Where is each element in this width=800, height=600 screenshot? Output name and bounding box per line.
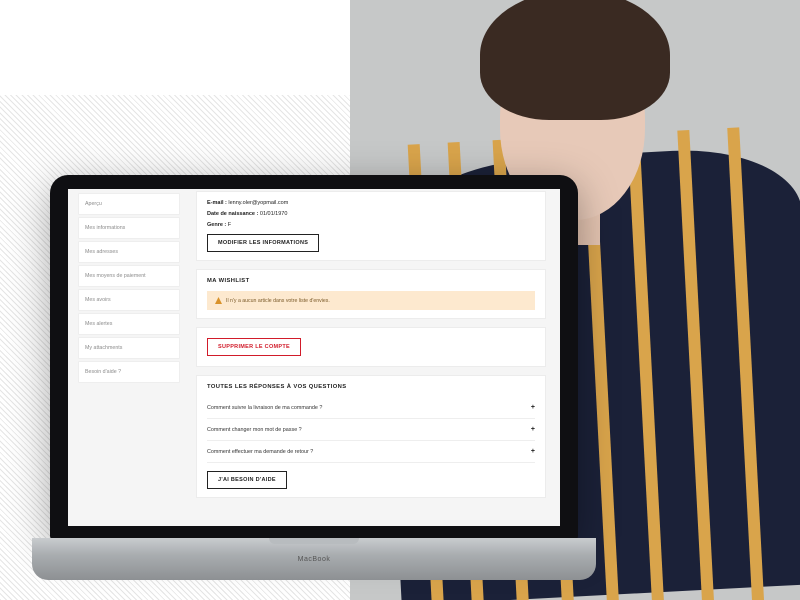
dob-value: 01/01/1970 [260,211,288,217]
sidebar: Aperçu Mes informations Mes adresses Mes… [68,189,188,526]
gender-label: Genre : [207,222,226,228]
laptop-mockup: Aperçu Mes informations Mes adresses Mes… [50,175,578,580]
faq-question: Comment effectuer ma demande de retour ? [207,449,313,455]
sidebar-item-credits[interactable]: Mes avoirs [78,289,180,311]
sidebar-item-overview[interactable]: Aperçu [78,193,180,215]
faq-question: Comment changer mon mot de passe ? [207,427,302,433]
faq-item-2[interactable]: Comment effectuer ma demande de retour ?… [207,441,535,463]
sidebar-item-attachments[interactable]: My attachments [78,337,180,359]
gender-line: Genre : F [207,222,535,228]
main-panel: E-mail : lenny.oler@yopmail.com Date de … [188,189,560,526]
wishlist-empty-text: Il n'y a aucun article dans votre liste … [226,298,330,304]
laptop-brand: MacBook [298,556,331,563]
plus-icon: + [531,448,535,455]
dob-line: Date de naissance : 01/01/1970 [207,211,535,217]
faq-card: TOUTES LES RÉPONSES À VOS QUESTIONS Comm… [196,375,546,498]
account-app: Aperçu Mes informations Mes adresses Mes… [68,189,560,526]
account-info-card: E-mail : lenny.oler@yopmail.com Date de … [196,191,546,261]
delete-account-card: SUPPRIMER LE COMPTE [196,327,546,367]
gender-value: F [228,222,231,228]
email-label: E-mail : [207,200,227,206]
wishlist-card: MA WISHLIST Il n'y a aucun article dans … [196,269,546,319]
faq-title: TOUTES LES RÉPONSES À VOS QUESTIONS [207,384,535,390]
need-help-button[interactable]: J'AI BESOIN D'AIDE [207,471,287,489]
faq-question: Comment suivre la livraison de ma comman… [207,405,322,411]
edit-info-button[interactable]: MODIFIER LES INFORMATIONS [207,234,319,252]
sidebar-item-info[interactable]: Mes informations [78,217,180,239]
sidebar-item-payment[interactable]: Mes moyens de paiement [78,265,180,287]
warning-icon [215,297,222,304]
sidebar-item-alerts[interactable]: Mes alertes [78,313,180,335]
faq-item-1[interactable]: Comment changer mon mot de passe ? + [207,419,535,441]
plus-icon: + [531,426,535,433]
trackpad-notch [269,538,359,544]
dob-label: Date de naissance : [207,211,258,217]
delete-account-button[interactable]: SUPPRIMER LE COMPTE [207,338,301,356]
email-line: E-mail : lenny.oler@yopmail.com [207,200,535,206]
laptop-base: MacBook [32,538,596,580]
wishlist-title: MA WISHLIST [207,278,535,284]
sidebar-item-addresses[interactable]: Mes adresses [78,241,180,263]
wishlist-empty-alert: Il n'y a aucun article dans votre liste … [207,291,535,310]
plus-icon: + [531,404,535,411]
faq-item-0[interactable]: Comment suivre la livraison de ma comman… [207,397,535,419]
email-value: lenny.oler@yopmail.com [228,200,288,206]
sidebar-item-help[interactable]: Besoin d'aide ? [78,361,180,383]
